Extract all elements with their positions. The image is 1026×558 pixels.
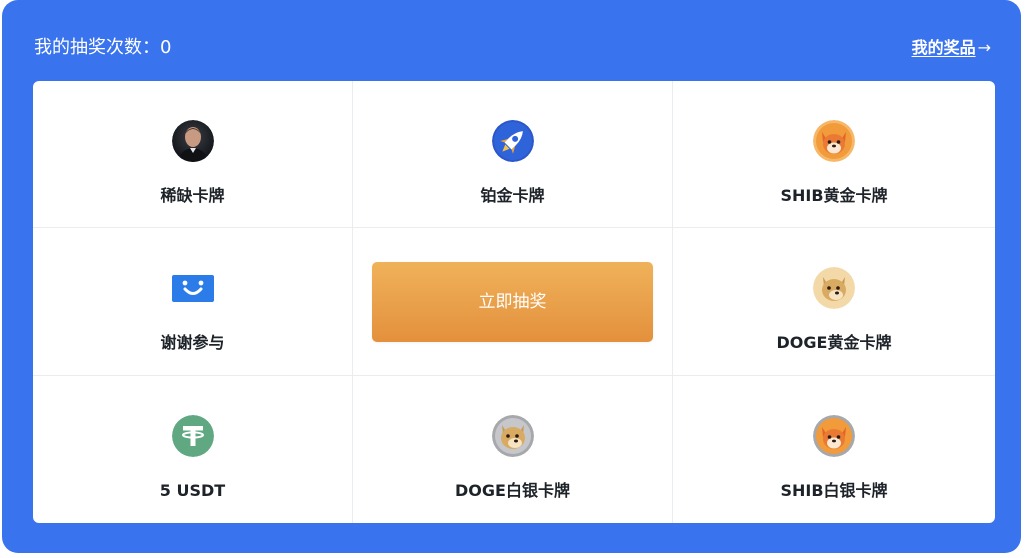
shiba-inu-icon	[813, 120, 855, 162]
prize-cell-doge-silver-card: DOGE白银卡牌	[353, 376, 673, 523]
prize-label: 5 USDT	[159, 481, 226, 500]
prize-cell-usdt: 5 USDT	[33, 376, 353, 523]
rocket-icon	[491, 120, 534, 162]
prize-label: 铂金卡牌	[480, 186, 545, 205]
prize-label: 谢谢参与	[160, 333, 225, 352]
shiba-inu-silver-icon	[813, 415, 855, 457]
draw-now-button[interactable]: 立即抽奖	[372, 262, 653, 342]
prize-cell-rare-card: 稀缺卡牌	[33, 81, 353, 228]
doge-silver-icon	[491, 415, 534, 457]
my-prizes-link-label[interactable]: 我的奖品	[912, 36, 976, 60]
prize-grid: 稀缺卡牌 铂金卡牌 SHIB黄金卡牌 谢谢参与 立即抽奖 DOGE黄金卡牌 5 …	[33, 81, 995, 523]
prize-label: SHIB白银卡牌	[780, 481, 888, 500]
draw-cell: 立即抽奖	[353, 228, 673, 376]
draw-count-label: 我的抽奖次数：0	[34, 37, 172, 58]
portrait-avatar-icon	[171, 120, 214, 162]
prize-cell-platinum-card: 铂金卡牌	[353, 81, 673, 228]
prize-cell-doge-gold-card: DOGE黄金卡牌	[673, 228, 995, 376]
prize-cell-thanks: 谢谢参与	[33, 228, 353, 376]
my-prizes-link[interactable]: 我的奖品 →	[912, 36, 991, 60]
prize-label: SHIB黄金卡牌	[780, 186, 888, 205]
prize-label: 稀缺卡牌	[160, 186, 225, 205]
doge-icon	[813, 267, 855, 309]
lottery-panel: 我的抽奖次数：0 我的奖品 → 稀缺卡牌 铂金卡牌 SHIB黄金卡牌 谢谢参与 …	[2, 0, 1021, 553]
smile-box-icon	[171, 267, 214, 309]
prize-label: DOGE黄金卡牌	[776, 333, 892, 352]
arrow-right-icon: →	[977, 38, 991, 57]
prize-label: DOGE白银卡牌	[455, 481, 570, 500]
tether-icon	[171, 415, 214, 457]
prize-cell-shib-silver-card: SHIB白银卡牌	[673, 376, 995, 523]
prize-cell-shib-gold-card: SHIB黄金卡牌	[673, 81, 995, 228]
